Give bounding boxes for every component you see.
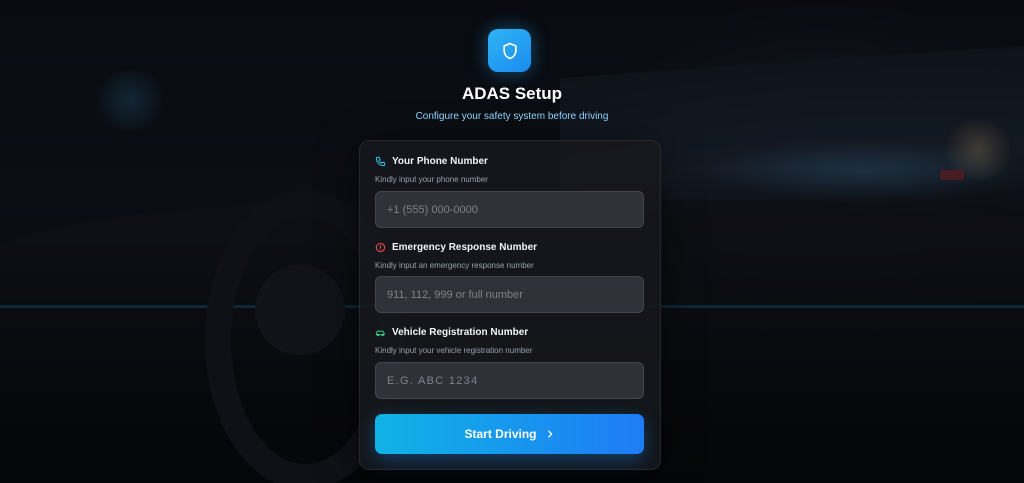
vehicle-registration-input[interactable] [375,362,644,399]
emergency-field-label: Emergency Response Number [375,242,537,253]
alert-circle-icon [375,242,386,253]
phone-icon [375,156,386,167]
phone-label-text: Your Phone Number [392,156,488,167]
start-driving-label: Start Driving [464,427,537,441]
start-driving-button[interactable]: Start Driving [375,414,644,454]
vehicle-field-hint: Kindly input your vehicle registration n… [375,346,533,355]
car-icon [375,330,385,337]
app-logo [488,29,531,72]
page-title: ADAS Setup [461,84,563,103]
emergency-label-text: Emergency Response Number [392,242,538,253]
phone-field-hint: Kindly input your phone number [375,175,488,184]
shield-icon [502,42,517,59]
phone-field-label: Your Phone Number [375,156,488,167]
emergency-number-input[interactable] [375,276,644,313]
chevron-right-icon [547,430,552,438]
vehicle-label-text: Vehicle Registration Number [392,327,529,338]
emergency-field-hint: Kindly input an emergency response numbe… [375,261,534,270]
page-subtitle: Configure your safety system before driv… [415,111,609,122]
phone-input[interactable] [375,191,644,228]
vehicle-field-label: Vehicle Registration Number [375,327,528,338]
